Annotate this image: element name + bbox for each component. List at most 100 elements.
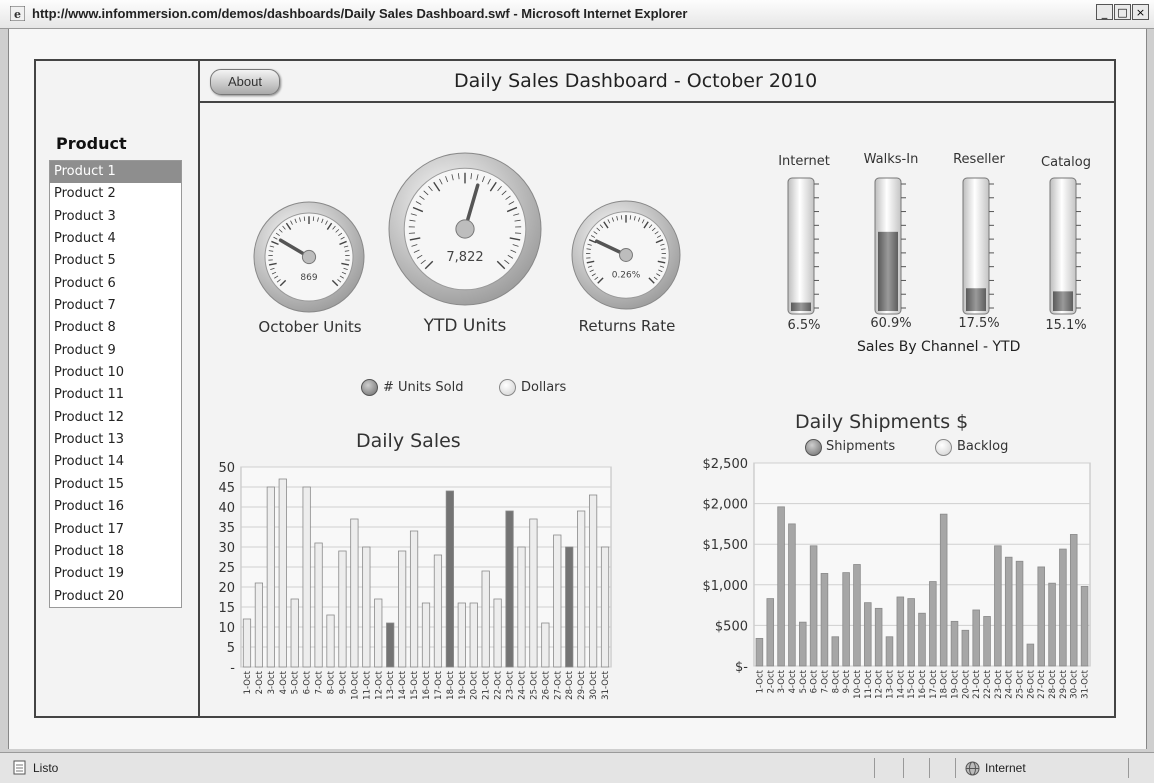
bar [530,519,537,667]
gauge-tick [313,217,314,221]
gauge-value: 7,822 [446,250,483,265]
x-tick-label: 17-Oct [929,669,939,698]
channel-fill [1053,291,1073,311]
y-tick-label: 30 [218,541,235,556]
product-list-item[interactable]: Product 19 [50,563,181,585]
y-tick-label: 15 [218,601,235,616]
product-list-item[interactable]: Product 11 [50,384,181,406]
x-tick-label: 8-Oct [831,669,841,693]
bar [243,619,250,667]
bar [291,599,298,667]
product-list-item[interactable]: Product 7 [50,295,181,317]
y-tick-label: $- [735,660,748,675]
product-list-item[interactable]: Product 16 [50,496,181,518]
product-list-item[interactable]: Product 15 [50,474,181,496]
product-list-item[interactable]: Product 13 [50,429,181,451]
x-tick-label: 10-Oct [853,669,863,698]
bar [410,531,417,667]
dollars-radio[interactable] [499,379,516,396]
product-list-item[interactable]: Product 5 [50,250,181,272]
channel-tube [788,178,814,314]
product-list-item[interactable]: Product 4 [50,228,181,250]
product-list-item[interactable]: Product 1 [50,161,181,183]
x-tick-label: 18-Oct [940,669,950,698]
product-list-item[interactable]: Product 20 [50,586,181,608]
y-tick-label: $1,000 [703,579,749,594]
product-list[interactable]: Product 1Product 2Product 3Product 4Prod… [49,160,182,608]
about-button[interactable]: About [210,69,280,95]
x-tick-label: 24-Oct [517,670,527,699]
close-button[interactable]: × [1132,4,1149,20]
product-list-item[interactable]: Product 8 [50,317,181,339]
bar [1049,583,1056,666]
bar [303,487,310,667]
product-list-item[interactable]: Product 14 [50,451,181,473]
x-tick-label: 22-Oct [494,670,504,699]
product-list-item[interactable]: Product 18 [50,541,181,563]
gauge-value: 869 [300,273,317,283]
x-tick-label: 22-Oct [983,669,993,698]
gauge-label-ytd-units: YTD Units [400,316,530,336]
bar [929,582,936,666]
status-bar: Listo Internet [0,752,1154,783]
product-list-item[interactable]: Product 10 [50,362,181,384]
channel-fill [791,303,811,311]
product-list-item[interactable]: Product 6 [50,273,181,295]
x-tick-label: 12-Oct [374,670,384,699]
bar [363,547,370,667]
maximize-button[interactable]: □ [1114,4,1131,20]
gauge-tick [630,215,631,219]
dashboard-header: About Daily Sales Dashboard - October 20… [198,61,1114,103]
y-tick-label: 20 [218,581,235,596]
x-tick-label: 16-Oct [918,669,928,698]
bar [756,638,763,666]
bar [542,623,549,667]
y-tick-label: $500 [715,619,748,634]
product-list-item[interactable]: Product 3 [50,206,181,228]
product-heading: Product [56,134,127,153]
x-tick-label: 30-Oct [589,670,599,699]
product-list-item[interactable]: Product 12 [50,407,181,429]
product-list-item[interactable]: Product 2 [50,183,181,205]
x-tick-label: 26-Oct [1026,669,1036,698]
minimize-button[interactable]: _ [1096,4,1113,20]
bar [821,573,828,666]
window-title: http://www.infommersion.com/demos/dashbo… [32,6,687,21]
bar [1060,549,1067,666]
ytd-units-gauge: 7,822 [387,151,543,307]
units-sold-radio[interactable] [361,379,378,396]
bar [577,511,584,667]
y-tick-label: 10 [218,621,235,636]
x-tick-label: 1-Oct [243,670,253,694]
gauge-hub [456,220,474,238]
bar [1027,644,1034,666]
bar [386,623,393,667]
bar [843,573,850,666]
product-list-item[interactable]: Product 17 [50,519,181,541]
bar [962,630,969,666]
bar [279,479,286,667]
y-tick-label: - [230,661,235,676]
product-list-item[interactable]: Product 9 [50,340,181,362]
security-zone-label: Internet [985,761,1026,775]
y-tick-label: $2,500 [703,457,749,472]
x-tick-label: 9-Oct [338,670,348,694]
y-tick-label: 35 [218,521,235,536]
x-tick-label: 8-Oct [327,670,337,694]
page-title: Daily Sales Dashboard - October 2010 [454,70,817,92]
bar [767,599,774,666]
bar [995,546,1002,666]
x-tick-label: 30-Oct [1070,669,1080,698]
bar [832,637,839,666]
bar [919,613,926,666]
x-tick-label: 10-Oct [350,670,360,699]
x-tick-label: 27-Oct [1037,669,1047,698]
x-tick-label: 5-Oct [291,670,301,694]
bar [589,495,596,667]
channel-pct-catalog: 15.1% [1031,318,1101,333]
bar [601,547,608,667]
bar [940,514,947,666]
x-tick-label: 14-Oct [398,670,408,699]
svg-text:e: e [14,8,21,21]
bar [494,599,501,667]
